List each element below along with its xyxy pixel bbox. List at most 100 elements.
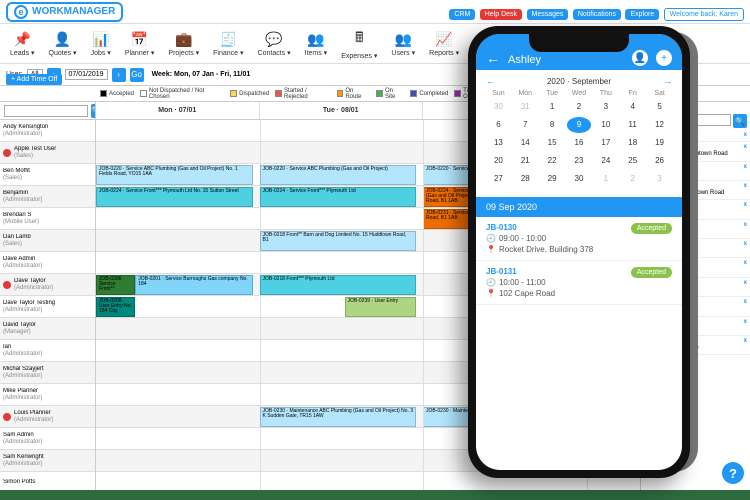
cal-prev-icon[interactable]: ←	[486, 76, 495, 86]
calendar-day[interactable]: 31	[513, 99, 538, 115]
user-row[interactable]: Sam Kenwright(Administrator)	[0, 450, 95, 472]
calendar-day[interactable]: 8	[540, 117, 565, 133]
task-card[interactable]: JOB-0230 · Maintenance ABC Plumbing (Gas…	[260, 407, 417, 427]
task-card[interactable]: JOB-0220 · Service ABC Plumbing (Gas and…	[96, 165, 253, 185]
calendar-day[interactable]: 20	[486, 153, 511, 169]
nav-items[interactable]: 👥Items ▾	[305, 31, 328, 57]
close-icon[interactable]: x	[744, 241, 747, 248]
task-card[interactable]: JOB-0218 Front*** Plymouth Ltd	[260, 275, 417, 295]
nav-reports[interactable]: 📈Reports ▾	[429, 31, 459, 57]
calendar-day[interactable]: 16	[567, 135, 592, 151]
calendar-day[interactable]: 22	[540, 153, 565, 169]
nav-quotes[interactable]: 👤Quotes ▾	[49, 31, 77, 57]
calendar-day[interactable]: 10	[593, 117, 618, 133]
calendar-day[interactable]: 13	[486, 135, 511, 151]
calendar-day[interactable]: 9	[567, 117, 592, 133]
nav-expenses[interactable]: 🖩Expenses ▾	[341, 27, 377, 60]
task-card[interactable]: JOB-0218 Front** Barn and Dog Limited No…	[260, 231, 417, 251]
user-row[interactable]: Louis Planner(Administrator)	[0, 406, 95, 428]
task-card[interactable]: JOB-0224 · Service Front*** Plymouth Ltd	[260, 187, 417, 207]
calendar-day[interactable]: 18	[620, 135, 645, 151]
calendar-day[interactable]: 11	[620, 117, 645, 133]
user-row[interactable]: David Taylor(Manager)	[0, 318, 95, 340]
cal-next-icon[interactable]: →	[663, 76, 672, 86]
calendar-day[interactable]: 17	[593, 135, 618, 151]
close-icon[interactable]: x	[744, 222, 747, 229]
job-card[interactable]: AcceptedJB-0131🕘10:00 - 11:00📍102 Cape R…	[476, 261, 682, 305]
calendar-day[interactable]: 28	[513, 171, 538, 187]
user-row[interactable]: Simon Potts	[0, 472, 95, 490]
close-icon[interactable]: x	[744, 338, 747, 345]
calendar-day[interactable]: 19	[647, 135, 672, 151]
add-time-off-button[interactable]: + Add Time Off	[6, 74, 62, 85]
nav-users[interactable]: 👥Users ▾	[391, 31, 415, 57]
user-row[interactable]: Ben Moffit(Sales)	[0, 164, 95, 186]
user-row[interactable]: Dave Taylor(Administrator)	[0, 274, 95, 296]
user-row[interactable]: Ian(Administrator)	[0, 340, 95, 362]
top-pill[interactable]: Welcome back, Karen	[664, 8, 744, 21]
calendar-day[interactable]: 3	[593, 99, 618, 115]
nav-finance[interactable]: 🧾Finance ▾	[213, 31, 243, 57]
calendar-day[interactable]: 6	[486, 117, 511, 133]
task-card[interactable]: JOB-0239 · User Entry	[345, 297, 417, 317]
calendar-day[interactable]: 4	[620, 99, 645, 115]
task-card[interactable]: JOB-0224 · Service Front*** Plymouth Ltd…	[96, 187, 253, 207]
nav-leads[interactable]: 📌Leads ▾	[10, 31, 35, 57]
task-card[interactable]: JOB-0208 · User Entry No. 184 City	[96, 297, 135, 317]
back-icon[interactable]: ←	[486, 50, 500, 66]
close-icon[interactable]: x	[744, 299, 747, 306]
calendar-day[interactable]: 2	[620, 171, 645, 187]
close-icon[interactable]: x	[744, 183, 747, 190]
calendar-day[interactable]: 23	[567, 153, 592, 169]
user-row[interactable]: Dave Taylor Testing(Administrator)	[0, 296, 95, 318]
top-pill[interactable]: CRM	[449, 9, 475, 20]
nav-projects[interactable]: 💼Projects ▾	[168, 31, 199, 57]
close-icon[interactable]: x	[744, 144, 747, 151]
calendar-day[interactable]: 27	[486, 171, 511, 187]
close-icon[interactable]: x	[744, 202, 747, 209]
task-card[interactable]: JOB-0201 · Service Burroughs Gas company…	[135, 275, 253, 295]
calendar-day[interactable]: 5	[647, 99, 672, 115]
close-icon[interactable]: x	[744, 260, 747, 267]
user-search-input[interactable]	[4, 105, 88, 117]
user-row[interactable]: Mike Planner(Administrator)	[0, 384, 95, 406]
calendar-day[interactable]: 12	[647, 117, 672, 133]
add-icon[interactable]: +	[656, 50, 672, 66]
brand-logo[interactable]: e WORKMANAGER	[6, 2, 123, 22]
calendar-day[interactable]: 30	[486, 99, 511, 115]
calendar-day[interactable]: 3	[647, 171, 672, 187]
calendar-day[interactable]: 25	[620, 153, 645, 169]
next-week-button[interactable]: ›	[112, 68, 126, 82]
nav-jobs[interactable]: 📊Jobs ▾	[91, 31, 111, 57]
close-icon[interactable]: x	[744, 280, 747, 287]
calendar-day[interactable]: 29	[540, 171, 565, 187]
top-pill[interactable]: Help Desk	[480, 9, 522, 20]
user-row[interactable]: Dave Admin(Administrator)	[0, 252, 95, 274]
close-icon[interactable]: x	[744, 132, 747, 139]
calendar-day[interactable]: 30	[567, 171, 592, 187]
calendar-day[interactable]: 21	[513, 153, 538, 169]
close-icon[interactable]: x	[744, 164, 747, 171]
go-button[interactable]: Go	[130, 68, 144, 82]
top-pill[interactable]: Messages	[527, 9, 569, 20]
task-card[interactable]: JOB-0286 · Service Front**	[96, 275, 135, 295]
nav-planner[interactable]: 📅Planner ▾	[125, 31, 155, 57]
user-row[interactable]: Apple Test User(Sales)	[0, 142, 95, 164]
top-pill[interactable]: Explore	[625, 9, 659, 20]
calendar-day[interactable]: 26	[647, 153, 672, 169]
user-row[interactable]: Michal Szayjert(Administrator)	[0, 362, 95, 384]
top-pill[interactable]: Notifications	[573, 9, 621, 20]
task-card[interactable]: JOB-0220 · Service ABC Plumbing (Gas and…	[260, 165, 417, 185]
date-input[interactable]: 07/01/2019	[65, 69, 108, 80]
calendar-day[interactable]: 2	[567, 99, 592, 115]
calendar-day[interactable]: 14	[513, 135, 538, 151]
calendar-day[interactable]: 1	[540, 99, 565, 115]
user-row[interactable]: Sam Admin(Administrator)	[0, 428, 95, 450]
close-icon[interactable]: x	[744, 319, 747, 326]
calendar-day[interactable]: 24	[593, 153, 618, 169]
unassigned-search-button[interactable]: 🔍	[733, 114, 747, 128]
user-row[interactable]: Benjamin(Administrator)	[0, 186, 95, 208]
nav-contacts[interactable]: 💬Contacts ▾	[258, 31, 291, 57]
calendar-day[interactable]: 7	[513, 117, 538, 133]
avatar-icon[interactable]: 👤	[632, 50, 648, 66]
